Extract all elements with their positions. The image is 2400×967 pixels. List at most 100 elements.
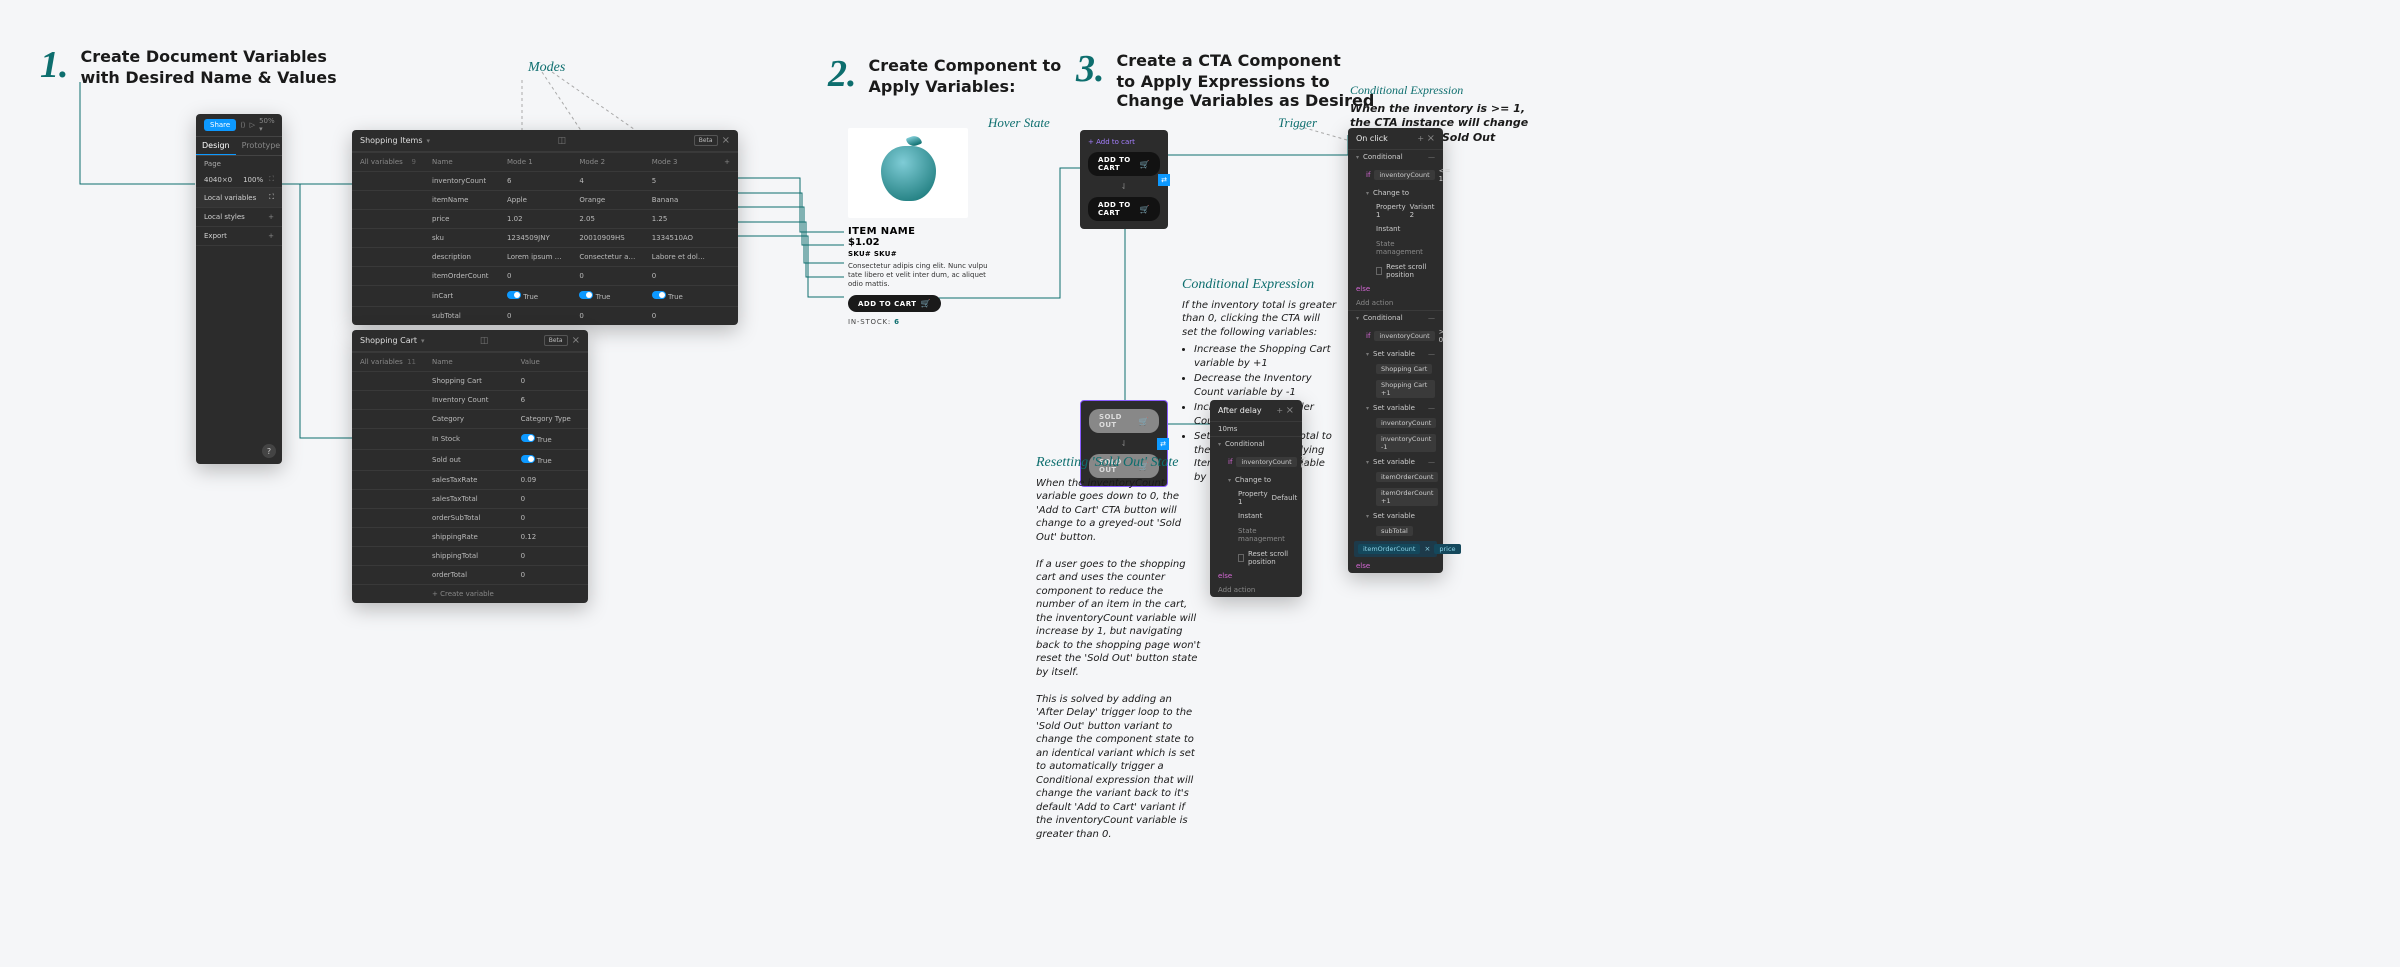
design-tab[interactable]: Design bbox=[196, 137, 236, 155]
cvar-salesTaxTotal[interactable]: salesTaxTotal bbox=[424, 490, 513, 509]
dev-mode-icon[interactable]: ⟨⟩ bbox=[240, 121, 245, 129]
conditional-action-2[interactable]: Conditional bbox=[1363, 314, 1403, 322]
expand-icon[interactable]: ⛶ bbox=[269, 175, 274, 184]
step-2-header: 2. Create Component to Apply Variables: bbox=[828, 55, 1061, 96]
local-styles-row[interactable]: Local styles bbox=[204, 213, 245, 221]
close-cart-table-icon[interactable] bbox=[572, 335, 580, 346]
set-variable-action-4[interactable]: Set variable bbox=[1373, 512, 1415, 520]
interaction-badge-icon-2[interactable]: ⇄ bbox=[1157, 438, 1169, 450]
cvar-category[interactable]: Category bbox=[424, 410, 513, 429]
set-variable-action-1[interactable]: Set variable bbox=[1373, 350, 1415, 358]
step-3-number: 3. bbox=[1076, 50, 1105, 110]
var-inCart[interactable]: inCart bbox=[424, 286, 499, 307]
trigger-callout: Trigger bbox=[1278, 115, 1317, 131]
add-action-button-2[interactable]: Add action bbox=[1210, 583, 1302, 597]
hover-state-callout: Hover State bbox=[988, 115, 1050, 131]
zoom-dropdown[interactable]: 50% ▾ bbox=[259, 117, 275, 133]
in-stock-count: 6 bbox=[894, 318, 900, 326]
var-itemOrderCount[interactable]: itemOrderCount bbox=[424, 267, 499, 286]
add-to-cart-button[interactable]: ADD TO CART bbox=[848, 295, 941, 312]
var-subTotal[interactable]: subTotal bbox=[424, 307, 499, 326]
col-mode1: Mode 1 bbox=[499, 153, 571, 172]
col-mode3: Mode 3 bbox=[644, 153, 716, 172]
onclick-head: On click bbox=[1356, 134, 1388, 143]
add-onclick-icon[interactable] bbox=[1417, 134, 1424, 143]
delay-value[interactable]: 10ms bbox=[1210, 422, 1302, 436]
cvar-shippingRate[interactable]: shippingRate bbox=[424, 528, 513, 547]
add-action-button[interactable]: Add action bbox=[1348, 296, 1443, 310]
soldout-pill-1[interactable]: SOLD OUT bbox=[1089, 409, 1159, 433]
add-mode-icon[interactable] bbox=[724, 158, 730, 166]
shopping-cart-table: Shopping Cart ▾ ◫ Beta All variables 11 … bbox=[352, 330, 588, 603]
cvar-orderSubTotal[interactable]: orderSubTotal bbox=[424, 509, 513, 528]
export-row[interactable]: Export bbox=[204, 232, 227, 240]
local-variables-open-icon[interactable]: ⛶ bbox=[269, 193, 274, 202]
page-zoom: 100% bbox=[243, 176, 263, 184]
product-image bbox=[848, 128, 968, 218]
cart-icon bbox=[1140, 160, 1150, 169]
onclick-panel: On click Conditional— if inventoryCount … bbox=[1348, 128, 1443, 573]
local-variables-row[interactable]: Local variables bbox=[204, 194, 256, 202]
afterdelay-panel: After delay 10ms Conditional if inventor… bbox=[1210, 400, 1302, 597]
all-variables-label[interactable]: All variables bbox=[360, 158, 403, 166]
shopping-items-table: Shopping Items ▾ ◫ Beta All variables 9 … bbox=[352, 130, 738, 325]
play-icon[interactable]: ▷ bbox=[250, 121, 255, 129]
cart-icon bbox=[1140, 205, 1150, 214]
checkbox-reset-scroll-2[interactable] bbox=[1238, 554, 1244, 562]
step-2-number: 2. bbox=[828, 55, 857, 96]
step-2-title-line2: Apply Variables: bbox=[869, 77, 1062, 96]
toggle-icon[interactable] bbox=[507, 291, 521, 299]
component-label: + Add to cart bbox=[1088, 138, 1135, 146]
var-inventoryCount[interactable]: inventoryCount bbox=[424, 172, 499, 191]
col-name: Name bbox=[424, 153, 499, 172]
sidebar-toggle-icon[interactable]: ◫ bbox=[558, 136, 567, 146]
cart-icon bbox=[921, 299, 931, 308]
step-3-title-line2: to Apply Expressions to bbox=[1117, 72, 1375, 91]
cart-col-value: Value bbox=[513, 353, 588, 372]
cvar-salesTaxRate[interactable]: salesTaxRate bbox=[424, 471, 513, 490]
step-3-title-line1: Create a CTA Component bbox=[1117, 50, 1375, 72]
cart-beta-badge: Beta bbox=[544, 335, 568, 346]
beta-badge: Beta bbox=[694, 135, 718, 146]
conditional-action[interactable]: Conditional bbox=[1363, 153, 1403, 161]
add-style-icon[interactable] bbox=[268, 213, 274, 221]
cvar-inStock[interactable]: In Stock bbox=[424, 429, 513, 450]
var-sku[interactable]: sku bbox=[424, 229, 499, 248]
cart-sidebar-toggle-icon[interactable]: ◫ bbox=[480, 336, 489, 346]
set-variable-action-3[interactable]: Set variable bbox=[1373, 458, 1415, 466]
cvar-orderTotal[interactable]: orderTotal bbox=[424, 566, 513, 585]
cvar-shippingTotal[interactable]: shippingTotal bbox=[424, 547, 513, 566]
close-afterdelay-icon[interactable] bbox=[1286, 406, 1294, 415]
set-variable-action-2[interactable]: Set variable bbox=[1373, 404, 1415, 412]
add-afterdelay-icon[interactable] bbox=[1276, 406, 1283, 415]
step-3-header: 3. Create a CTA Component to Apply Expre… bbox=[1076, 50, 1374, 110]
help-icon[interactable]: ? bbox=[262, 444, 276, 458]
cart-icon bbox=[1139, 417, 1149, 426]
cta-pill-hover[interactable]: ADD TO CART bbox=[1088, 197, 1160, 221]
checkbox-reset-scroll[interactable] bbox=[1376, 267, 1382, 275]
close-onclick-icon[interactable] bbox=[1427, 134, 1435, 143]
add-export-icon[interactable] bbox=[268, 232, 274, 240]
create-variable-button[interactable]: + Create variable bbox=[424, 585, 513, 604]
close-items-table-icon[interactable] bbox=[722, 135, 730, 146]
step-1-number: 1. bbox=[40, 46, 69, 87]
cart-table-title: Shopping Cart bbox=[360, 336, 417, 345]
cta-pill-default[interactable]: ADD TO CART bbox=[1088, 152, 1160, 176]
step-3-title-line3: Change Variables as Desired bbox=[1117, 91, 1375, 110]
prototype-tab[interactable]: Prototype bbox=[236, 137, 287, 155]
share-button[interactable]: Share bbox=[204, 119, 236, 131]
change-to-action[interactable]: Change to bbox=[1373, 189, 1409, 197]
cvar-soldOut[interactable]: Sold out bbox=[424, 450, 513, 471]
interaction-badge-icon[interactable]: ⇄ bbox=[1158, 174, 1170, 186]
in-stock-label: IN-STOCK: 6 bbox=[848, 318, 988, 326]
afterdelay-head: After delay bbox=[1218, 406, 1262, 415]
chip-inventoryCount[interactable]: inventoryCount bbox=[1374, 170, 1434, 180]
var-price[interactable]: price bbox=[424, 210, 499, 229]
cvar-inventoryCount[interactable]: Inventory Count bbox=[424, 391, 513, 410]
step-1-title-line2: with Desired Name & Values bbox=[81, 68, 337, 87]
items-table-title: Shopping Items bbox=[360, 136, 423, 145]
product-price: $1.02 bbox=[848, 237, 988, 248]
cvar-shoppingCart[interactable]: Shopping Cart bbox=[424, 372, 513, 391]
var-itemName[interactable]: itemName bbox=[424, 191, 499, 210]
var-description[interactable]: description bbox=[424, 248, 499, 267]
